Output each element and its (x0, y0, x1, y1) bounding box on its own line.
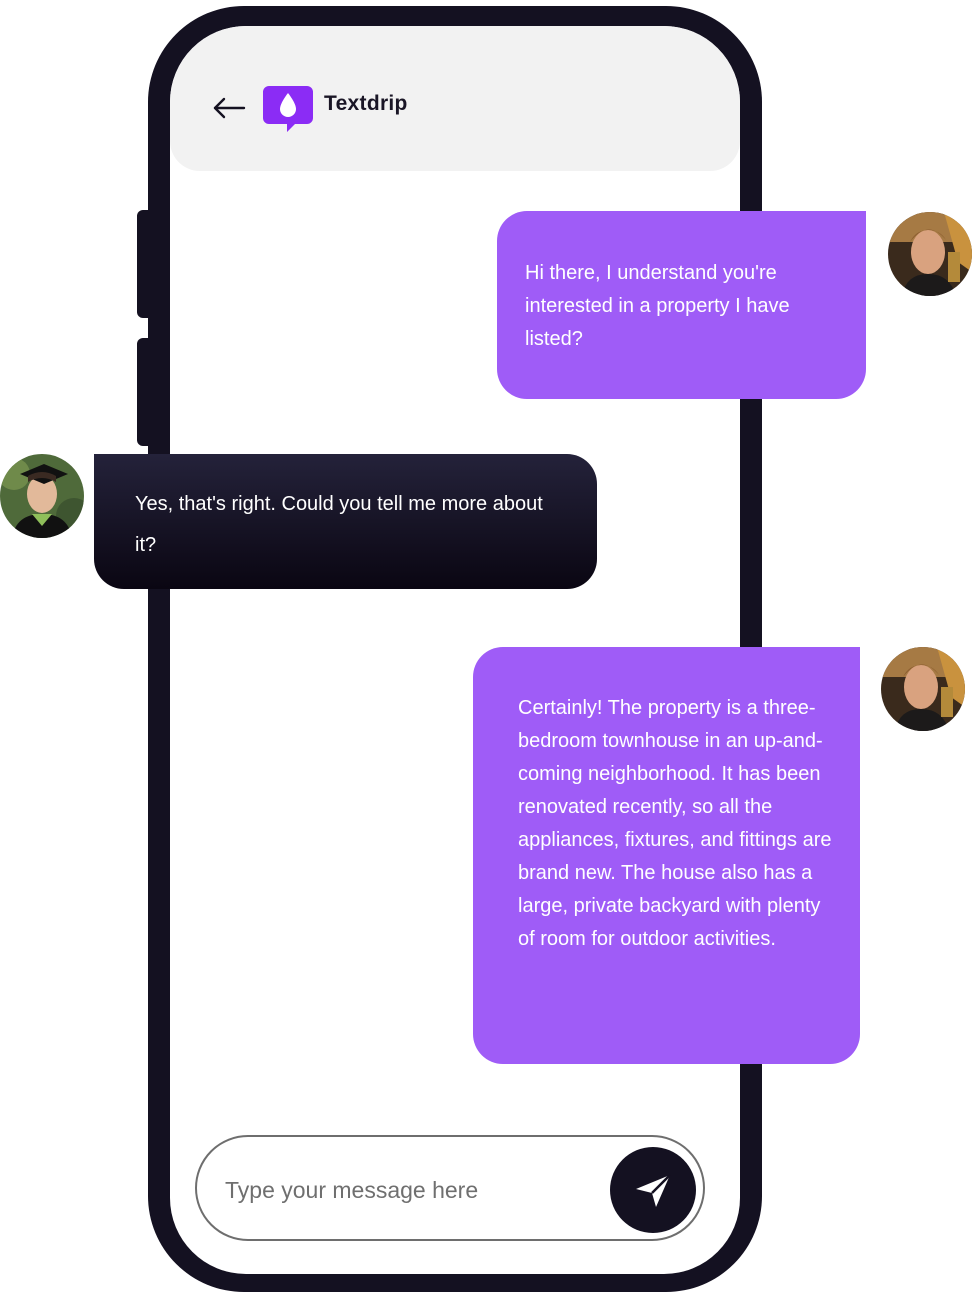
send-button[interactable] (610, 1147, 696, 1233)
message-composer (195, 1135, 705, 1241)
arrow-left-icon[interactable] (212, 95, 246, 121)
message-text: Yes, that's right. Could you tell me mor… (135, 493, 543, 556)
paper-plane-icon (636, 1174, 671, 1207)
agent-avatar (888, 212, 972, 296)
message-input[interactable] (223, 1167, 597, 1213)
chat-header: Textdrip (170, 26, 740, 171)
message-text: Hi there, I understand you're interested… (525, 262, 790, 350)
app-name: Textdrip (324, 92, 408, 115)
agent-avatar (881, 647, 965, 731)
message-bubble-outgoing: Certainly! The property is a three-bedro… (473, 647, 860, 1064)
customer-avatar (0, 454, 84, 538)
message-bubble-incoming: Yes, that's right. Could you tell me mor… (94, 454, 597, 589)
message-bubble-outgoing: Hi there, I understand you're interested… (497, 211, 866, 399)
drop-chat-logo-icon (263, 86, 313, 132)
chat-illustration: Textdrip Hi there, I understand you're i… (0, 0, 972, 1292)
message-text: Certainly! The property is a three-bedro… (518, 697, 832, 950)
